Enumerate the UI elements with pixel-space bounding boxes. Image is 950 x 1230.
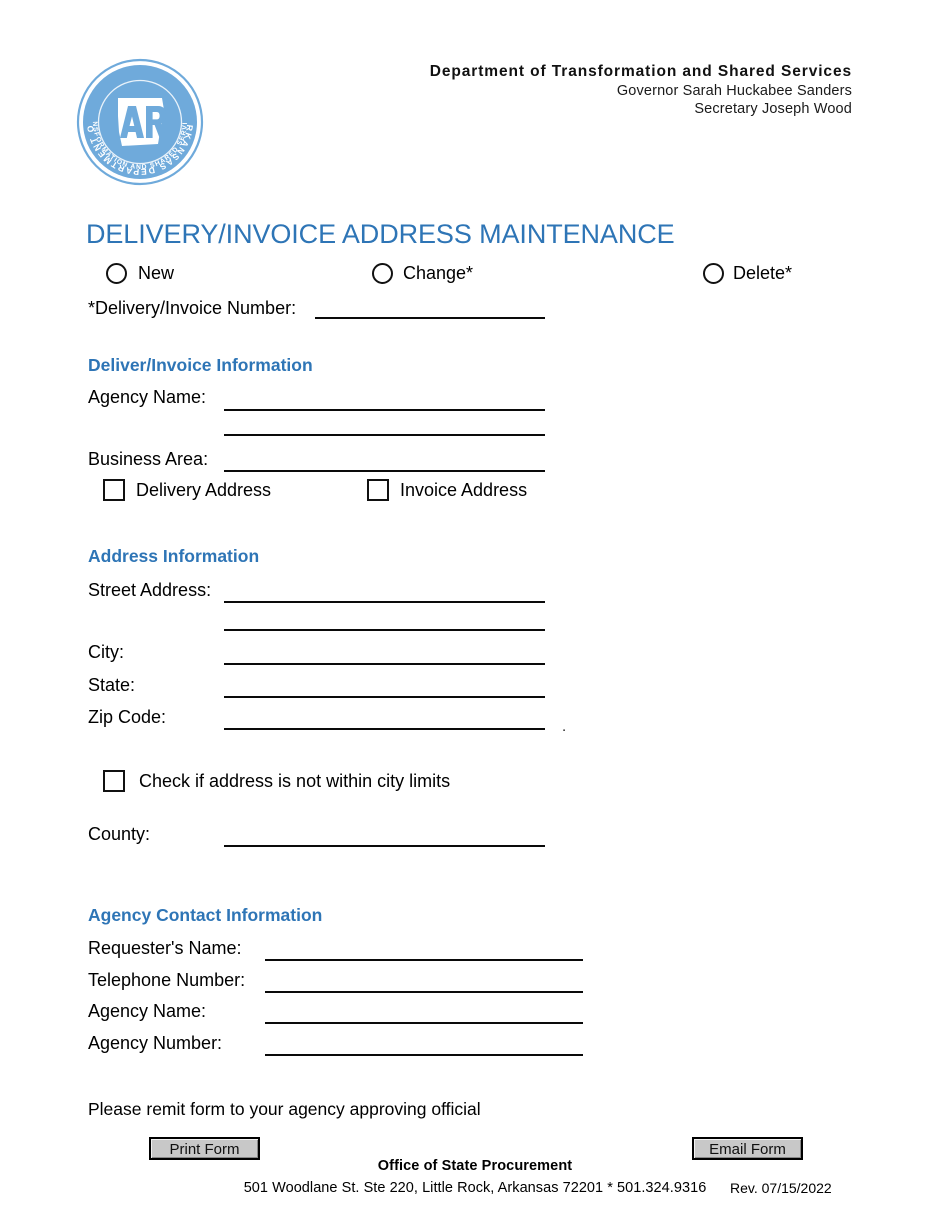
form-page: · ARKANSAS DEPARTMENT OF · TRANSFORMATIO… [0,0,950,1230]
radio-delete-icon[interactable] [703,263,724,284]
section-heading-address: Address Information [88,546,260,566]
zip-code-label: Zip Code: [88,707,167,727]
requester-name-label: Requester's Name: [88,938,242,958]
zip-trailing-mark: . [562,718,567,735]
remit-instruction: Please remit form to your agency approvi… [88,1099,481,1119]
requester-name-input[interactable] [265,959,583,961]
agency-name-label: Agency Name: [88,387,207,407]
street-address-input[interactable] [224,601,545,603]
section-heading-deliver-invoice: Deliver/Invoice Information [88,355,313,375]
print-form-button[interactable]: Print Form [149,1137,260,1160]
street-address-input-line2[interactable] [224,629,545,631]
contact-agency-name-label: Agency Name: [88,1001,207,1021]
street-address-label: Street Address: [88,580,212,600]
delivery-number-label: *Delivery/Invoice Number: [88,298,297,318]
contact-agency-name-input[interactable] [265,1022,583,1024]
telephone-number-input[interactable] [265,991,583,993]
city-input[interactable] [224,663,545,665]
action-option-change-label: Change* [403,263,474,283]
business-area-label: Business Area: [88,449,209,469]
secretary-name: Secretary Joseph Wood [694,101,852,118]
checkbox-outside-city-limits-label: Check if address is not within city limi… [139,771,451,791]
governor-name: Governor Sarah Huckabee Sanders [616,82,852,99]
radio-change-icon[interactable] [372,263,393,284]
state-input[interactable] [224,696,545,698]
department-name: Department of Transformation and Shared … [429,63,852,80]
telephone-number-label: Telephone Number: [88,970,246,990]
business-area-input[interactable] [224,470,545,472]
checkbox-delivery-address[interactable] [103,479,125,501]
footer-organization: Office of State Procurement [377,1158,573,1174]
checkbox-invoice-address[interactable] [367,479,389,501]
email-form-button[interactable]: Email Form [692,1137,803,1160]
checkbox-invoice-address-label: Invoice Address [400,480,528,500]
agency-number-input[interactable] [265,1054,583,1056]
action-option-new-label: New [138,263,175,283]
agency-header: Department of Transformation and Shared … [430,62,852,119]
agency-number-label: Agency Number: [88,1033,223,1053]
county-input[interactable] [224,845,545,847]
checkbox-delivery-address-label: Delivery Address [136,480,272,500]
state-label: State: [88,675,136,695]
checkbox-outside-city-limits[interactable] [103,770,125,792]
arkansas-state-seal-logo-icon: · ARKANSAS DEPARTMENT OF · TRANSFORMATIO… [72,50,204,186]
section-heading-agency-contact: Agency Contact Information [88,905,323,925]
footer-revision: Rev. 07/15/2022 [730,1180,832,1196]
zip-code-input[interactable] [224,728,545,730]
agency-name-input[interactable] [224,409,545,411]
page-title: DELIVERY/INVOICE ADDRESS MAINTENANCE [86,219,675,249]
agency-name-input-line2[interactable] [224,434,545,436]
county-label: County: [88,824,151,844]
action-option-delete-label: Delete* [733,263,793,283]
delivery-number-input[interactable] [315,317,545,319]
city-label: City: [88,642,124,662]
radio-new-icon[interactable] [106,263,127,284]
